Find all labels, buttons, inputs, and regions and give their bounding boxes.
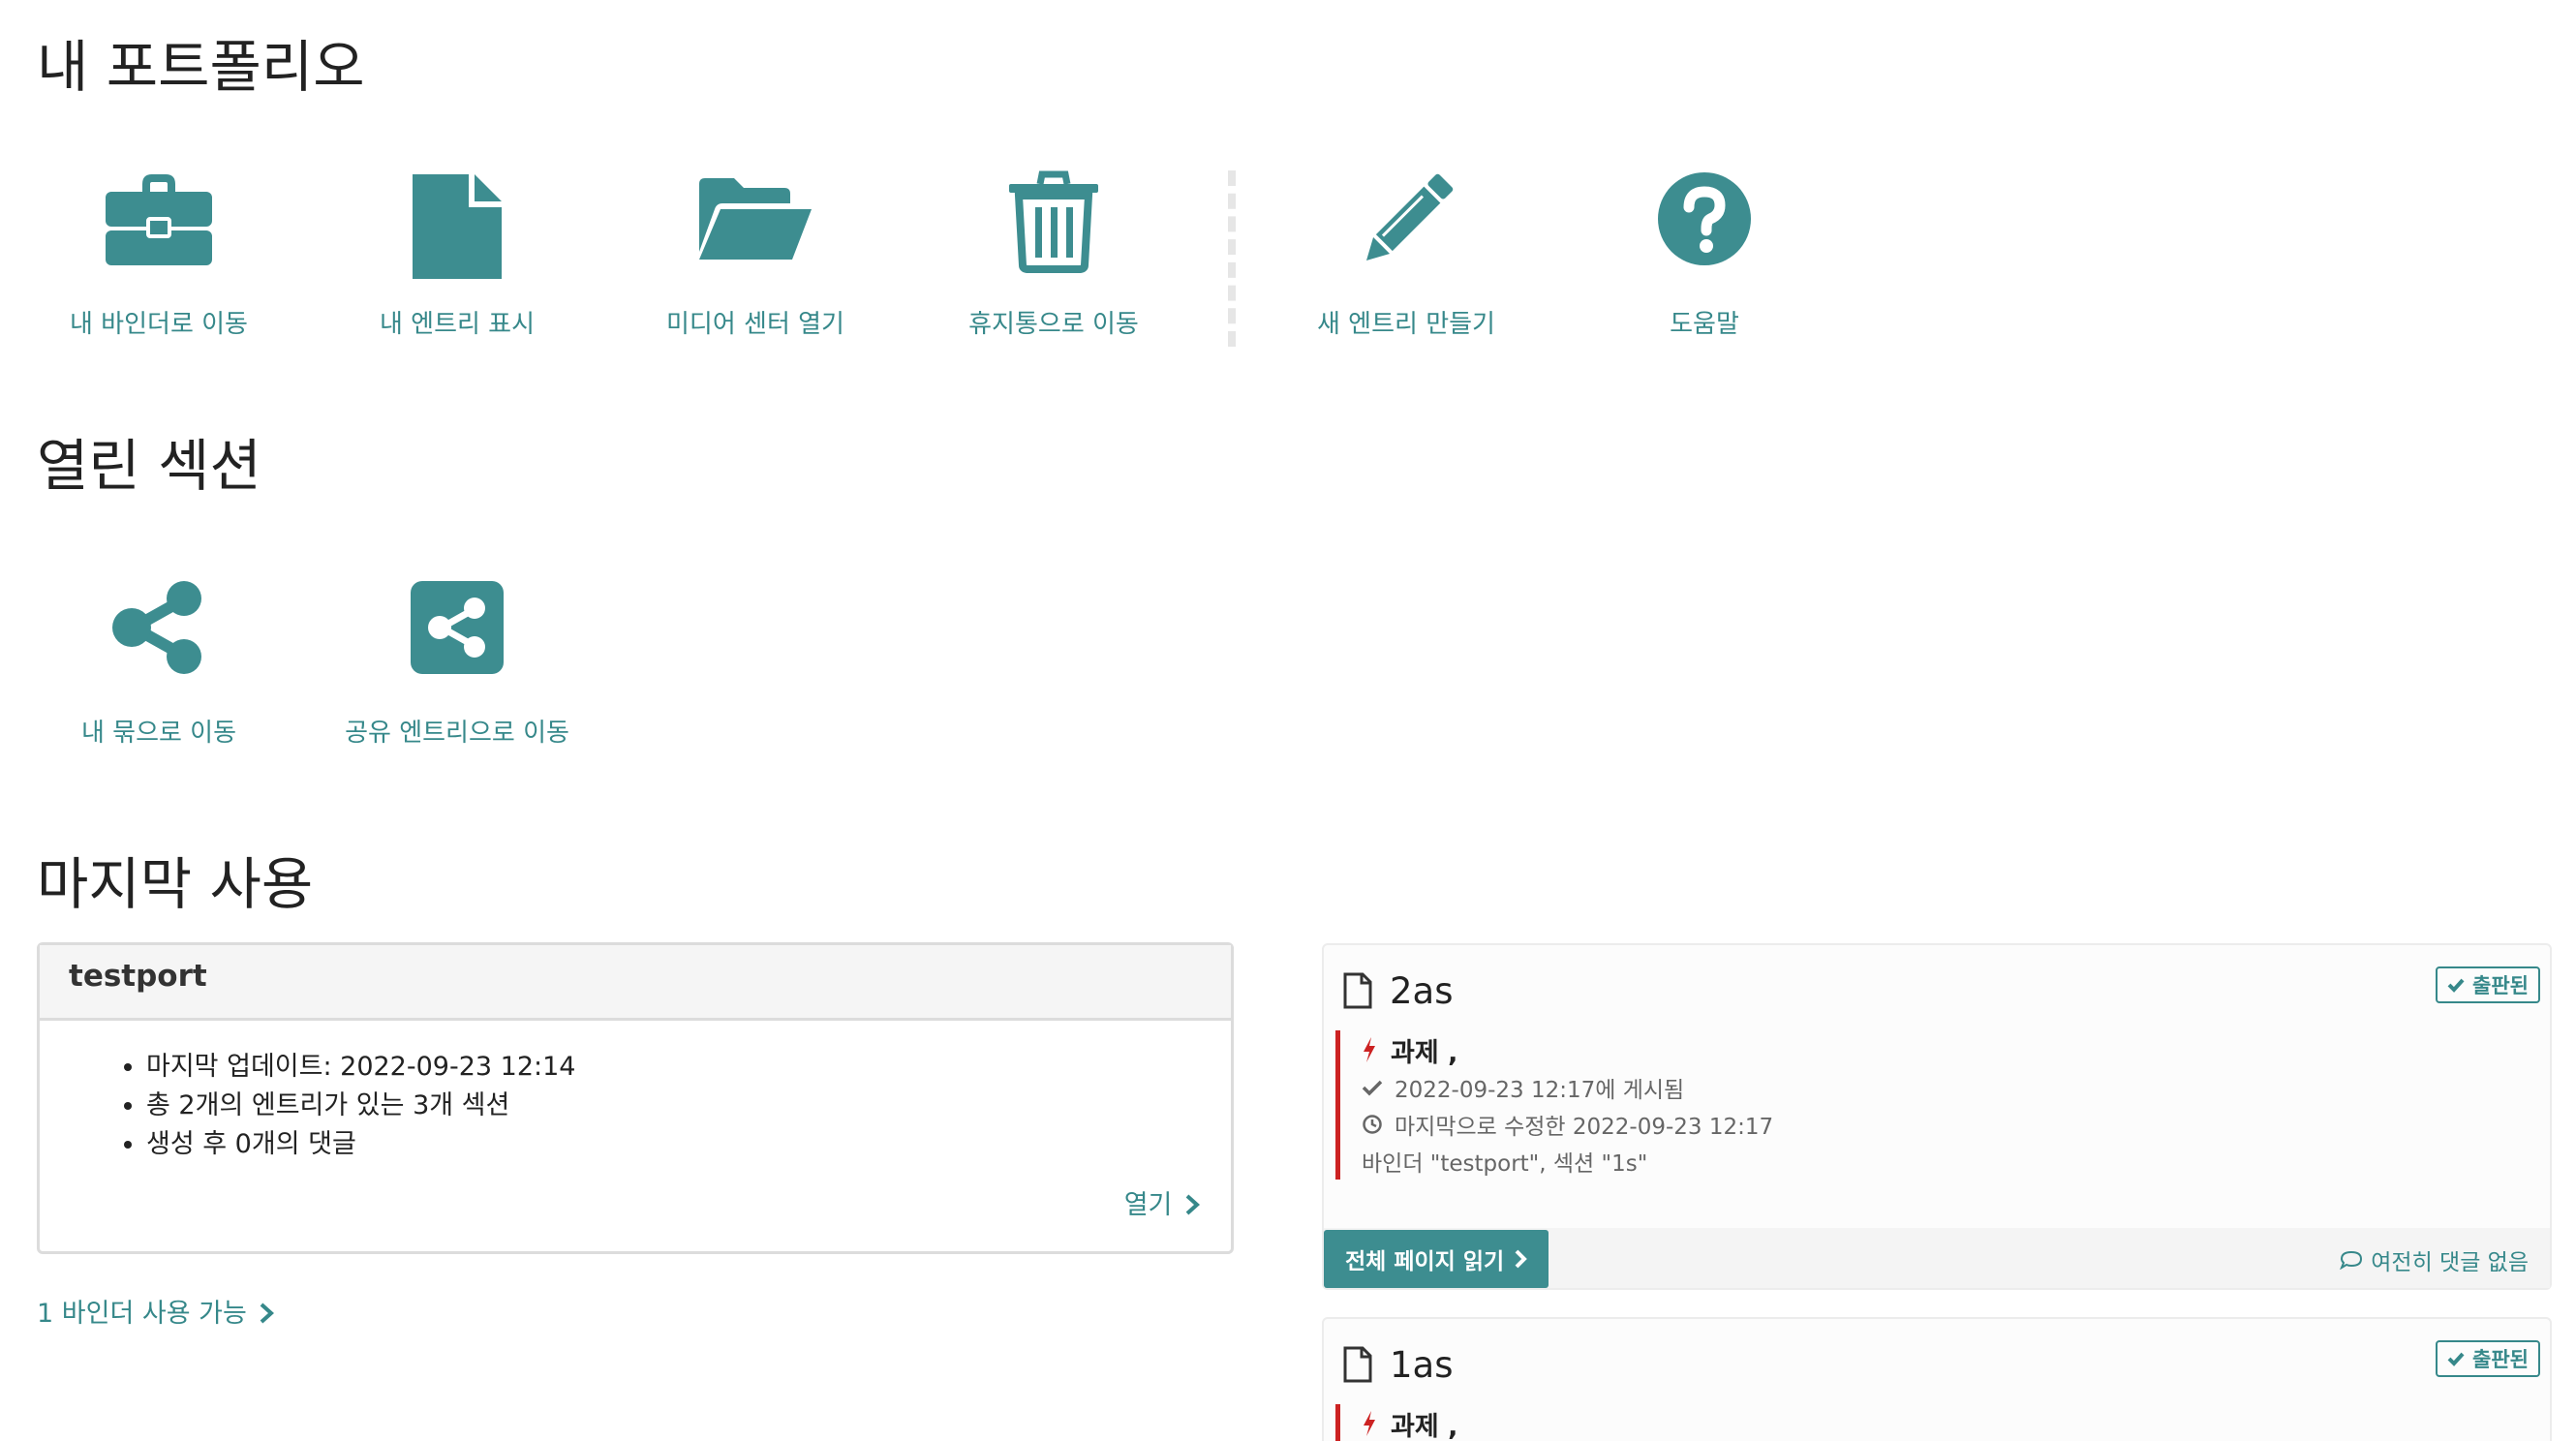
bolt-icon bbox=[1364, 1037, 1375, 1062]
last-used-title: 마지막 사용 bbox=[37, 851, 314, 917]
check-icon bbox=[1362, 1080, 1383, 1096]
go-to-shared-entries-label: 공유 엔트리으로 이동 bbox=[345, 719, 569, 748]
entry-modified: 마지막으로 수정한 2022-09-23 12:17 bbox=[1362, 1106, 2304, 1143]
open-media-center-link[interactable]: 미디어 센터 열기 bbox=[610, 170, 901, 340]
share-icon bbox=[14, 579, 304, 695]
binder-comment-count: 생성 후 0개의 댓글 bbox=[146, 1125, 1202, 1164]
published-badge-label: 출판된 bbox=[2472, 1348, 2529, 1371]
entry-modified-text: 마지막으로 수정한 2022-09-23 12:17 bbox=[1395, 1115, 1774, 1140]
pencil-icon bbox=[1261, 170, 1551, 287]
entry-title[interactable]: 1as bbox=[1343, 1340, 1454, 1389]
binders-available-link[interactable]: 1 바인더 사용 가능 bbox=[37, 1292, 275, 1330]
new-entry-label: 새 엔트리 만들기 bbox=[1317, 310, 1495, 339]
entry-location: 바인더 "testport", 섹션 "1s" bbox=[1362, 1143, 2304, 1180]
entry-type-label: 과제 , bbox=[1391, 1411, 1458, 1441]
entry-posted: 2022-09-23 12:17에 게시됨 bbox=[1362, 1069, 2304, 1106]
chevron-right-icon bbox=[1515, 1249, 1527, 1269]
show-entries-label: 내 엔트리 표시 bbox=[379, 310, 536, 339]
go-to-bundle-link[interactable]: 내 묶으로 이동 bbox=[14, 579, 304, 749]
new-entry-link[interactable]: 새 엔트리 만들기 bbox=[1261, 170, 1551, 340]
open-binder-link[interactable]: 열기 bbox=[1124, 1183, 1200, 1221]
file-outline-icon bbox=[1343, 1346, 1372, 1383]
read-full-page-label: 전체 페이지 읽기 bbox=[1345, 1249, 1505, 1274]
help-link[interactable]: 도움말 bbox=[1559, 170, 1850, 340]
binder-panel: testport 마지막 업데이트: 2022-09-23 12:14 총 2개… bbox=[37, 942, 1234, 1254]
show-entries-link[interactable]: 내 엔트리 표시 bbox=[312, 170, 602, 340]
folder-open-icon bbox=[610, 170, 901, 287]
open-binder-label: 열기 bbox=[1123, 1190, 1173, 1220]
chevron-right-icon bbox=[261, 1303, 275, 1324]
binder-name: testport bbox=[40, 945, 1231, 1021]
portfolio-page: 내 포트폴리오 내 바인더로 이동 내 엔트리 표시 미디어 센터 열기 휴지통… bbox=[0, 0, 2576, 1441]
bolt-icon bbox=[1364, 1411, 1375, 1436]
entry-title-text: 1as bbox=[1390, 1343, 1454, 1386]
published-badge-label: 출판된 bbox=[2472, 974, 2529, 997]
go-to-shared-entries-link[interactable]: 공유 엔트리으로 이동 bbox=[312, 579, 602, 749]
binders-available-label: 1 바인더 사용 가능 bbox=[37, 1299, 247, 1329]
entry-type-label: 과제 , bbox=[1391, 1037, 1458, 1068]
help-label: 도움말 bbox=[1670, 310, 1739, 339]
file-outline-icon bbox=[1343, 972, 1372, 1009]
briefcase-icon bbox=[14, 170, 304, 287]
trash-icon bbox=[908, 170, 1199, 287]
comments-link[interactable]: 여전히 댓글 없음 bbox=[2340, 1243, 2529, 1276]
question-circle-icon bbox=[1559, 170, 1850, 287]
go-to-trash-link[interactable]: 휴지통으로 이동 bbox=[908, 170, 1199, 340]
go-to-binders-label: 내 바인더로 이동 bbox=[70, 310, 248, 339]
entry-type: 과제 , bbox=[1362, 1404, 2304, 1441]
binder-details: 마지막 업데이트: 2022-09-23 12:14 총 2개의 엔트리가 있는… bbox=[40, 1021, 1231, 1220]
go-to-binders-link[interactable]: 내 바인더로 이동 bbox=[14, 170, 304, 340]
read-full-page-button[interactable]: 전체 페이지 읽기 bbox=[1324, 1230, 1549, 1288]
published-badge: 출판된 bbox=[2436, 966, 2540, 1003]
go-to-trash-label: 휴지통으로 이동 bbox=[968, 310, 1139, 339]
entry-title[interactable]: 2as bbox=[1343, 966, 1454, 1015]
open-sections-title: 열린 섹션 bbox=[37, 433, 261, 499]
entry-location-text: 바인더 "testport", 섹션 "1s" bbox=[1362, 1151, 1648, 1177]
comment-icon bbox=[2340, 1250, 2363, 1270]
chevron-right-icon bbox=[1185, 1194, 1200, 1215]
open-media-center-label: 미디어 센터 열기 bbox=[666, 310, 844, 339]
binder-section-count: 총 2개의 엔트리가 있는 3개 섹션 bbox=[146, 1087, 1202, 1125]
check-icon bbox=[2447, 1352, 2465, 1366]
clock-icon bbox=[1363, 1115, 1382, 1134]
go-to-bundle-label: 내 묶으로 이동 bbox=[80, 719, 237, 748]
action-separator bbox=[1228, 170, 1236, 347]
entry-footer: 전체 페이지 읽기 여전히 댓글 없음 bbox=[1324, 1228, 2550, 1288]
share-square-icon bbox=[312, 579, 602, 695]
portfolio-title: 내 포트폴리오 bbox=[37, 34, 365, 100]
binder-details-list: 마지막 업데이트: 2022-09-23 12:14 총 2개의 엔트리가 있는… bbox=[146, 1048, 1202, 1164]
entry-meta: 과제 , bbox=[1335, 1404, 2304, 1441]
entry-meta: 과제 , 2022-09-23 12:17에 게시됨 마지막으로 수정한 202… bbox=[1335, 1030, 2304, 1180]
comments-label: 여전히 댓글 없음 bbox=[2371, 1250, 2529, 1275]
binder-last-updated: 마지막 업데이트: 2022-09-23 12:14 bbox=[146, 1048, 1202, 1087]
entry-title-text: 2as bbox=[1390, 969, 1454, 1012]
file-icon bbox=[312, 170, 602, 287]
published-badge: 출판된 bbox=[2436, 1340, 2540, 1377]
check-icon bbox=[2447, 978, 2465, 993]
entry-card: 2as 출판된 과제 , 2022-09-23 12:17에 게시됨 마지막으로… bbox=[1322, 943, 2552, 1290]
entry-type: 과제 , bbox=[1362, 1030, 2304, 1069]
entry-posted-text: 2022-09-23 12:17에 게시됨 bbox=[1395, 1078, 1685, 1103]
entry-card: 1as 출판된 과제 , bbox=[1322, 1317, 2552, 1441]
